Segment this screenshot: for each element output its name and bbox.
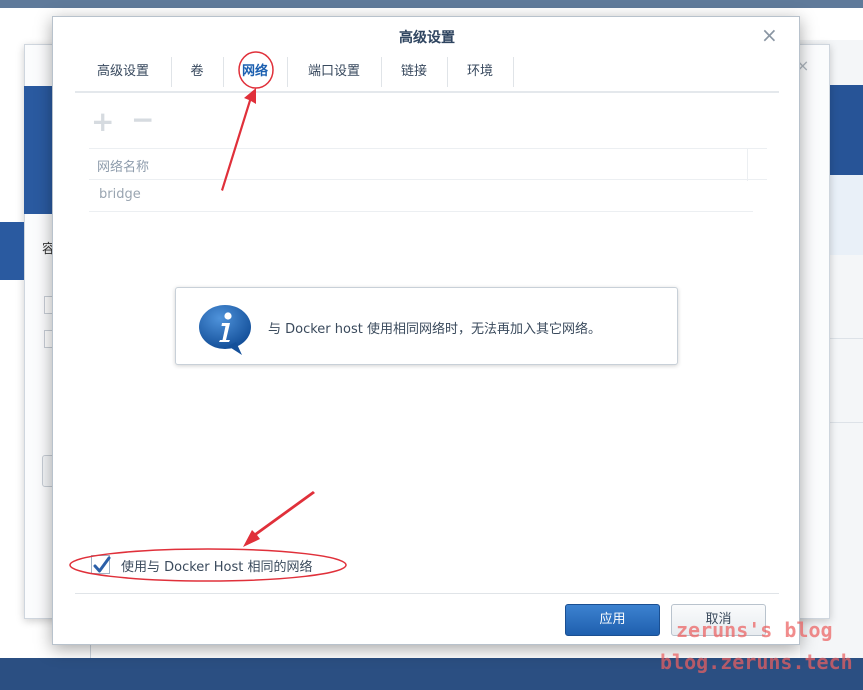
watermark-title: zeruns's blog (676, 618, 833, 642)
remove-network-button[interactable]: − (131, 103, 154, 136)
apply-button[interactable]: 应用 (565, 604, 660, 636)
info-message: 与 Docker host 使用相同网络时，无法再加入其它网络。 (268, 322, 601, 337)
use-host-network-label[interactable]: 使用与 Docker Host 相同的网络 (121, 556, 313, 575)
table-row[interactable]: bridge (89, 180, 753, 212)
dialog-title: 高级设置 (399, 30, 455, 46)
tab-port-settings[interactable]: 端口设置 (287, 59, 381, 85)
watermark-url: blog.zeruns.tech (660, 650, 853, 674)
close-icon[interactable]: × (761, 23, 778, 47)
network-table-header: 网络名称 (89, 148, 767, 181)
checkmark-icon (93, 556, 111, 573)
info-icon (199, 305, 251, 355)
desktop-top-bar (0, 0, 863, 8)
column-header-network-name[interactable]: 网络名称 (97, 156, 149, 175)
tab-bar: 高级设置 卷 网络 端口设置 链接 环境 (75, 55, 779, 93)
add-network-button[interactable]: + (91, 105, 114, 138)
advanced-settings-dialog: 高级设置 × 高级设置 卷 网络 端口设置 链接 环境 + − 网络名称 bri… (52, 16, 800, 645)
tab-environment[interactable]: 环境 (447, 59, 513, 85)
info-tooltip: 与 Docker host 使用相同网络时，无法再加入其它网络。 (175, 287, 678, 365)
underlying-window-sidebar-item (0, 222, 24, 280)
tab-advanced-settings[interactable]: 高级设置 (75, 59, 171, 85)
use-host-network-checkbox[interactable] (91, 555, 111, 574)
tab-separator (513, 57, 514, 87)
column-divider (747, 149, 748, 181)
network-name-cell: bridge (99, 187, 141, 202)
tab-network[interactable]: 网络 (223, 59, 287, 85)
tab-volume[interactable]: 卷 (171, 59, 223, 85)
underlying-window-header (24, 86, 54, 214)
footer-divider (75, 593, 779, 594)
tab-links[interactable]: 链接 (381, 59, 447, 85)
